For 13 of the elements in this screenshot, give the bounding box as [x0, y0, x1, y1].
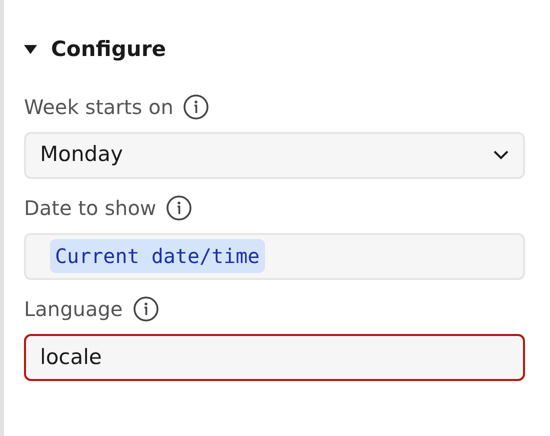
dropdown[interactable]: Monday: [24, 132, 525, 178]
token-chip[interactable]: Current date/time: [50, 239, 265, 273]
section-title: Configure: [51, 36, 166, 63]
field-label: Date to show: [24, 194, 156, 222]
info-icon[interactable]: [166, 194, 192, 220]
chevron-down-icon: [493, 150, 509, 160]
caret-icon[interactable]: [24, 45, 37, 54]
input-field[interactable]: Current date/time: [24, 232, 525, 280]
input-field[interactable]: locale: [24, 334, 525, 380]
field-label: Language: [24, 296, 123, 322]
info-icon[interactable]: [183, 94, 210, 120]
info-icon[interactable]: [132, 296, 159, 322]
field-label: Week starts on: [24, 94, 174, 120]
